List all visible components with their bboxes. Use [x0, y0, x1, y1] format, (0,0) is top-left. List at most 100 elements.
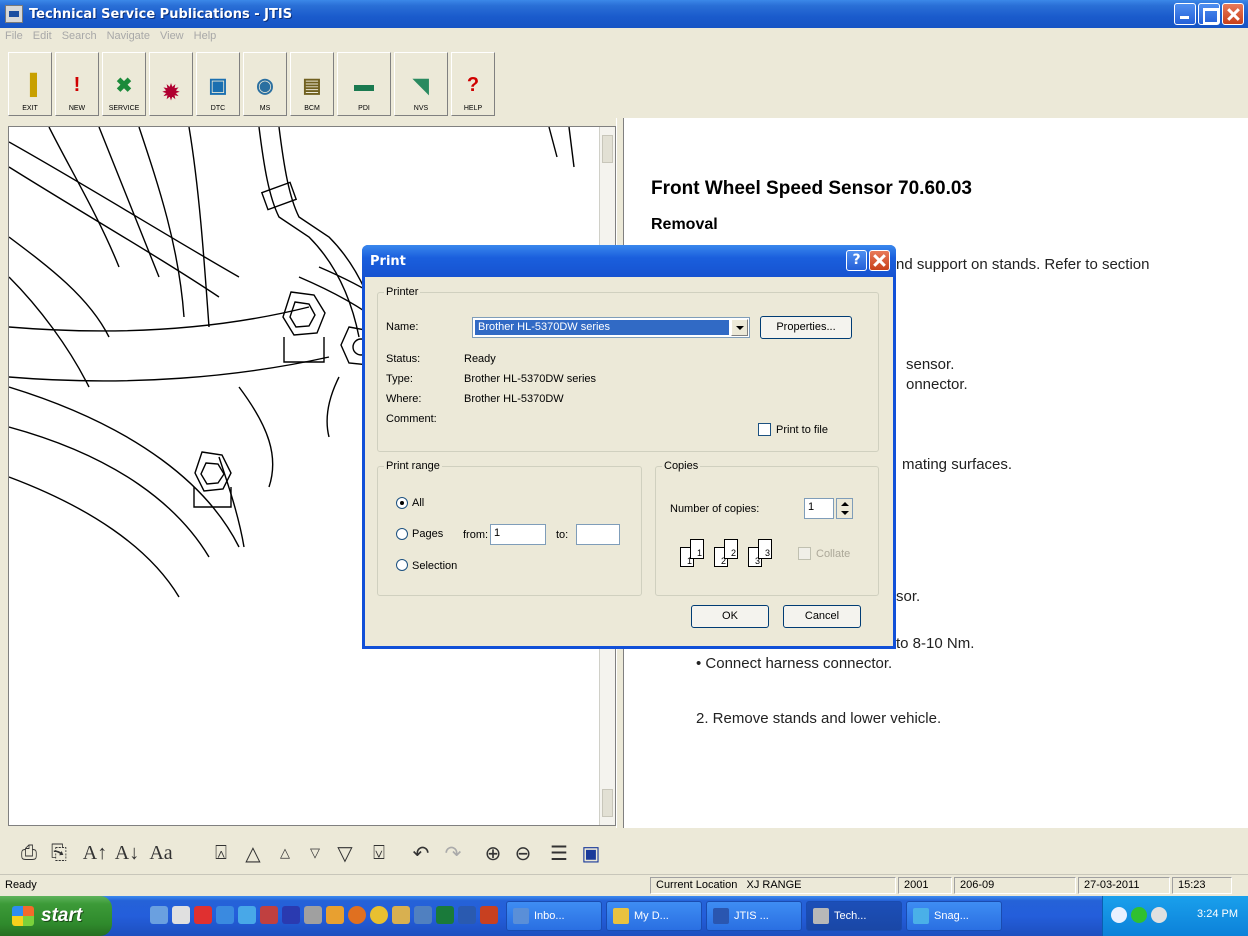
print-dialog-titlebar[interactable]: Print ? [362, 245, 896, 277]
help-button[interactable]: ? HELP [451, 52, 495, 116]
menu-bar: File Edit Search Navigate View Help [0, 30, 216, 48]
doc-line-1: nd support on stands. Refer to section [896, 256, 1150, 273]
exit-icon: ▐ [22, 73, 38, 96]
zoom-in-icon[interactable]: ⊕ [478, 838, 508, 868]
properties-button[interactable]: Properties... [760, 316, 852, 339]
fullscreen-icon[interactable]: ▣ [576, 838, 606, 868]
doc-line-6: to 8-10 Nm. [896, 635, 975, 652]
diagnostic-icon: ▣ [208, 74, 228, 97]
font-decrease-icon[interactable]: A↓ [112, 838, 142, 868]
last-page-icon[interactable]: ⍌ [364, 838, 394, 868]
quicklaunch-q-icon[interactable] [194, 906, 212, 924]
scroll-thumb-bottom[interactable] [602, 789, 613, 817]
menu-edit[interactable]: Edit [33, 30, 52, 48]
doc-line-2: sensor. [906, 356, 955, 373]
service-button[interactable]: ✖ SERVICE [102, 52, 146, 116]
ok-button[interactable]: OK [691, 605, 769, 628]
quicklaunch-firefox-icon[interactable] [348, 906, 366, 924]
next-line-icon[interactable]: ▽ [300, 838, 330, 868]
ms-button[interactable]: ◉ MS [243, 52, 287, 116]
nvs-button[interactable]: ◥ NVS [394, 52, 448, 116]
quicklaunch-printer-icon[interactable] [414, 906, 432, 924]
copies-spinner[interactable] [836, 498, 853, 519]
quicklaunch-snag-icon[interactable] [238, 906, 256, 924]
exit-button[interactable]: ▐ EXIT [8, 52, 52, 116]
maximize-button[interactable] [1198, 3, 1220, 25]
cancel-button[interactable]: Cancel [783, 605, 861, 628]
name-label: Name: [386, 321, 419, 333]
menu-navigate[interactable]: Navigate [107, 30, 150, 48]
task-technical[interactable]: Tech... [806, 901, 902, 931]
pdi-button[interactable]: ▬ PDI [337, 52, 391, 116]
font-increase-icon[interactable]: A↑ [80, 838, 110, 868]
folder-icon [613, 908, 629, 924]
first-page-icon[interactable]: ⍓ [206, 838, 236, 868]
dialog-help-button[interactable]: ? [846, 250, 867, 271]
menu-search[interactable]: Search [62, 30, 97, 48]
task-my-documents[interactable]: My D... [606, 901, 702, 931]
prev-line-icon[interactable]: △ [270, 838, 300, 868]
camera-icon: ◉ [256, 74, 274, 97]
from-input[interactable]: 1 [490, 524, 546, 545]
menu-view[interactable]: View [160, 30, 184, 48]
dtc-button[interactable]: ▣ DTC [196, 52, 240, 116]
quicklaunch-word-icon[interactable] [458, 906, 476, 924]
close-button[interactable] [1222, 3, 1244, 25]
quicklaunch-chrome-icon[interactable] [370, 906, 388, 924]
quicklaunch-p-icon[interactable] [282, 906, 300, 924]
to-input[interactable] [576, 524, 620, 545]
print-to-file-checkbox[interactable] [758, 423, 771, 436]
task-snagit[interactable]: Snag... [906, 901, 1002, 931]
from-label: from: [463, 529, 489, 541]
dialog-close-button[interactable] [869, 250, 890, 271]
status-value: Ready [464, 353, 496, 365]
quicklaunch-mail-icon[interactable] [150, 906, 168, 924]
range-pages-radio[interactable] [396, 528, 408, 540]
snagit-icon [913, 908, 929, 924]
mail-icon [513, 908, 529, 924]
title-bar[interactable]: Technical Service Publications - JTIS [0, 0, 1248, 28]
copies-input[interactable]: 1 [804, 498, 834, 519]
task-jtis-word[interactable]: JTIS ... [706, 901, 802, 931]
next-section-icon[interactable]: ▽ [330, 838, 360, 868]
range-selection-radio[interactable] [396, 559, 408, 571]
print-range-label: Print range [384, 460, 442, 472]
chevron-down-icon[interactable] [731, 319, 748, 336]
minimize-button[interactable] [1174, 3, 1196, 25]
quicklaunch-ie-icon[interactable] [216, 906, 234, 924]
copy-icon[interactable]: ⎘ [44, 838, 74, 868]
range-all-radio[interactable] [396, 497, 408, 509]
quicklaunch-folder-icon[interactable] [326, 906, 344, 924]
engine-button[interactable]: ✹ [149, 52, 193, 116]
printer-name-select[interactable]: Brother HL-5370DW series [472, 317, 750, 338]
quicklaunch-powerpoint-icon[interactable] [480, 906, 498, 924]
forward-icon[interactable]: ↷ [438, 838, 468, 868]
tray-arrow-icon[interactable] [1111, 907, 1127, 923]
quicklaunch-excel-icon[interactable] [436, 906, 454, 924]
clock: 3:24 PM [1197, 908, 1238, 920]
range-all-label: All [412, 497, 425, 509]
menu-help[interactable]: Help [194, 30, 217, 48]
new-button[interactable]: ! NEW [55, 52, 99, 116]
help-label: HELP [463, 105, 483, 112]
zoom-out-icon[interactable]: ⊖ [508, 838, 538, 868]
tray-network-icon[interactable] [1131, 907, 1147, 923]
start-button[interactable]: start [0, 896, 112, 936]
scroll-thumb-top[interactable] [602, 135, 613, 163]
print-to-file-label: Print to file [776, 424, 828, 436]
prev-section-icon[interactable]: △ [238, 838, 268, 868]
quicklaunch-explorer-icon[interactable] [392, 906, 410, 924]
collate-checkbox[interactable] [798, 547, 811, 560]
quicklaunch-tool-icon[interactable] [260, 906, 278, 924]
list-icon[interactable]: ☰ [544, 838, 574, 868]
back-icon[interactable]: ↶ [406, 838, 436, 868]
quicklaunch-notepad-icon[interactable] [172, 906, 190, 924]
menu-file[interactable]: File [5, 30, 23, 48]
tray-sound-icon[interactable] [1151, 907, 1167, 923]
task-my-documents-label: My D... [634, 910, 669, 922]
print-icon[interactable]: ⎙ [14, 838, 44, 868]
quicklaunch-gear-icon[interactable] [304, 906, 322, 924]
font-style-icon[interactable]: Aa [146, 838, 176, 868]
task-inbox[interactable]: Inbo... [506, 901, 602, 931]
bcm-button[interactable]: ▤ BCM [290, 52, 334, 116]
